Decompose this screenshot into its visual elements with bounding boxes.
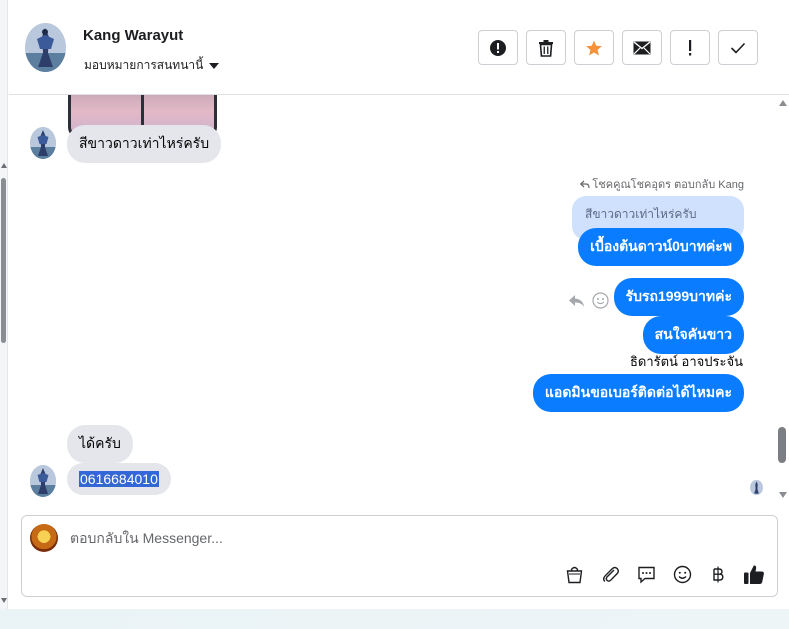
reply-icon[interactable] (568, 294, 585, 308)
reply-indicator: โชคคูณโชคอุดร ตอบกลับ Kang (580, 175, 744, 193)
incoming-message-phone[interactable]: 0616684010 (67, 463, 171, 495)
message-thread[interactable]: สีขาวดาวเท่าไหร่ครับ โชคคูณโชคอุดร ตอบกล… (9, 95, 789, 507)
read-receipt-avatar (750, 480, 763, 495)
envelope-icon (633, 40, 651, 54)
baht-payment-icon[interactable] (707, 563, 729, 585)
selected-text[interactable]: 0616684010 (79, 471, 159, 487)
messenger-inbox-window: Kang Warayut มอบหมายการสนทนานี้ สีขาวดาว… (0, 0, 789, 629)
scroll-up-arrow[interactable] (1, 163, 7, 168)
incoming-message[interactable]: สีขาวดาวเท่าไหร่ครับ (67, 125, 222, 163)
scrollbar-thumb[interactable] (1, 178, 6, 343)
thread-scrollbar[interactable] (777, 95, 789, 507)
chevron-down-icon (209, 63, 220, 69)
conversation-header: Kang Warayut มอบหมายการสนทนานี้ (9, 0, 789, 95)
message-composer (21, 515, 778, 597)
scroll-down-arrow[interactable] (1, 598, 7, 603)
follow-up-button[interactable] (670, 30, 710, 65)
contact-avatar[interactable] (25, 23, 66, 72)
reply-input[interactable] (70, 530, 760, 546)
assign-conversation-dropdown[interactable]: มอบหมายการสนทนานี้ (84, 56, 220, 75)
scrollbar-thumb[interactable] (778, 427, 786, 463)
sender-name-label: ธิดารัตน์ อาจประจัน (629, 354, 743, 369)
exclamation-icon (689, 39, 692, 55)
shopping-bag-icon[interactable] (563, 563, 585, 585)
delete-button[interactable] (526, 30, 566, 65)
reply-arrow-icon (580, 180, 590, 188)
mark-spam-button[interactable] (478, 30, 518, 65)
mark-done-button[interactable] (718, 30, 758, 65)
page-footer-band (0, 609, 789, 629)
saved-replies-icon[interactable] (635, 563, 657, 585)
paperclip-icon[interactable] (599, 563, 621, 585)
check-icon (730, 42, 746, 54)
star-button[interactable] (574, 30, 614, 65)
react-emoji-icon[interactable] (592, 292, 609, 309)
contact-avatar-small (30, 127, 56, 159)
outgoing-message[interactable]: แอดมินขอเบอร์ติดต่อได้ไหมคะ (532, 374, 744, 412)
reply-meta-text: โชคคูณโชคอุดร ตอบกลับ Kang (592, 179, 744, 191)
message-actions (568, 292, 609, 309)
contact-name[interactable]: Kang Warayut (83, 27, 183, 44)
outgoing-message[interactable]: รับรถ1999บาทค่ะ (613, 278, 744, 316)
outgoing-message[interactable]: สนใจคันขาว (642, 316, 744, 354)
alert-circle-icon (490, 39, 506, 56)
incoming-message[interactable]: ได้ครับ (67, 425, 133, 463)
emoji-icon[interactable] (671, 563, 693, 585)
outgoing-message[interactable]: เบื้องต้นดาวน์0บาทค่ะพ (578, 228, 744, 266)
conversation-toolbar (478, 30, 758, 65)
mark-unread-button[interactable] (622, 30, 662, 65)
scroll-up-arrow[interactable] (779, 100, 787, 106)
left-scrollbar[interactable] (0, 0, 8, 610)
contact-avatar-small (30, 465, 56, 497)
star-icon (586, 40, 602, 55)
scroll-down-arrow[interactable] (779, 492, 787, 498)
assign-label: มอบหมายการสนทนานี้ (84, 58, 204, 72)
page-avatar (30, 524, 58, 552)
thumbs-up-icon[interactable] (743, 563, 765, 585)
trash-icon (539, 39, 553, 57)
composer-tools (563, 563, 765, 585)
